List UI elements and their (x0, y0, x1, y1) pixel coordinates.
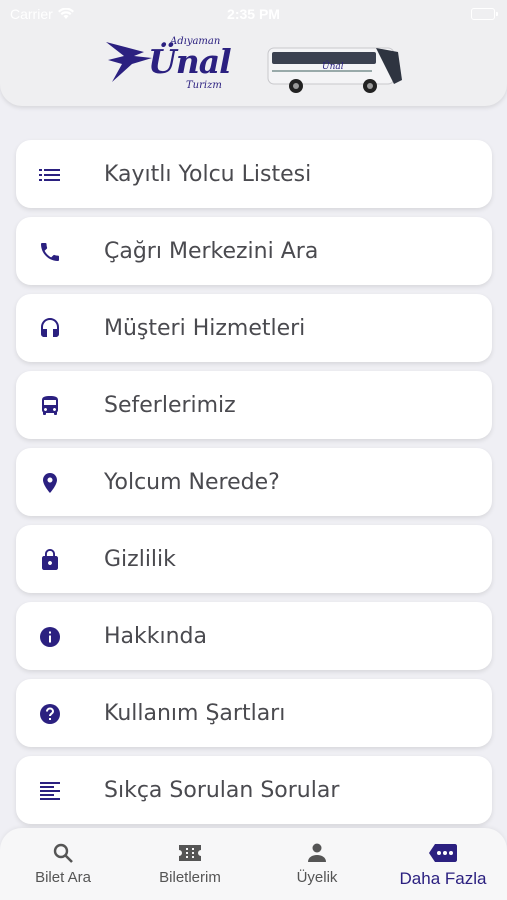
tab-my-tickets[interactable]: Biletlerim (127, 840, 253, 886)
bus-icon (37, 393, 63, 419)
status-bar: Carrier 2:35 PM (0, 0, 507, 28)
tab-label: Bilet Ara (35, 869, 91, 886)
battery-icon (471, 8, 498, 20)
user-icon (305, 840, 329, 866)
bus-logo-text: Ünal (322, 60, 344, 72)
bus-image: Ünal (267, 47, 402, 93)
menu-item-label: Müşteri Hizmetleri (104, 315, 306, 341)
menu-item-label: Çağrı Merkezini Ara (104, 238, 319, 264)
tab-more[interactable]: Daha Fazla (380, 840, 506, 889)
menu-item-label: Yolcum Nerede? (104, 469, 280, 495)
phone-icon (37, 239, 63, 265)
more-icon (428, 840, 458, 866)
ticket-icon (177, 840, 203, 866)
list-icon (37, 162, 63, 188)
status-time: 2:35 PM (227, 6, 280, 22)
lock-icon (37, 547, 63, 573)
menu-item-customer-service[interactable]: Müşteri Hizmetleri (16, 294, 492, 362)
menu-item-label: Kayıtlı Yolcu Listesi (104, 161, 312, 187)
logo-sub-text: Turizm (186, 80, 222, 91)
tab-label: Üyelik (296, 869, 338, 886)
menu-item-about[interactable]: Hakkında (16, 602, 492, 670)
search-icon (51, 840, 75, 866)
menu-list: Kayıtlı Yolcu Listesi Çağrı Merkezini Ar… (16, 140, 492, 833)
menu-item-privacy[interactable]: Gizlilik (16, 525, 492, 593)
tab-label: Daha Fazla (399, 869, 487, 888)
location-pin-icon (37, 470, 63, 496)
text-lines-icon (37, 778, 63, 804)
menu-item-label: Kullanım Şartları (104, 700, 286, 726)
menu-item-label: Sıkça Sorulan Sorular (104, 777, 340, 803)
menu-item-label: Seferlerimiz (104, 392, 236, 418)
menu-item-trips[interactable]: Seferlerimiz (16, 371, 492, 439)
tab-label: Biletlerim (159, 869, 221, 886)
menu-item-registered-passengers[interactable]: Kayıtlı Yolcu Listesi (16, 140, 492, 208)
menu-item-label: Hakkında (104, 623, 208, 649)
menu-item-terms-of-use[interactable]: Kullanım Şartları (16, 679, 492, 747)
tab-bar: Bilet Ara Biletlerim Üyelik Daha Fazla (0, 828, 507, 900)
logo-main-text: Ünal (148, 42, 232, 81)
brand-logo: Adıyaman Ünal Turizm (104, 36, 246, 96)
menu-item-faq[interactable]: Sıkça Sorulan Sorular (16, 756, 492, 824)
menu-item-call-center[interactable]: Çağrı Merkezini Ara (16, 217, 492, 285)
help-icon (37, 701, 63, 727)
tab-membership[interactable]: Üyelik (254, 840, 380, 886)
menu-item-label: Gizlilik (104, 546, 176, 572)
info-icon (37, 624, 63, 650)
headset-icon (37, 316, 63, 342)
menu-item-where-is-passenger[interactable]: Yolcum Nerede? (16, 448, 492, 516)
tab-search-ticket[interactable]: Bilet Ara (0, 840, 126, 886)
